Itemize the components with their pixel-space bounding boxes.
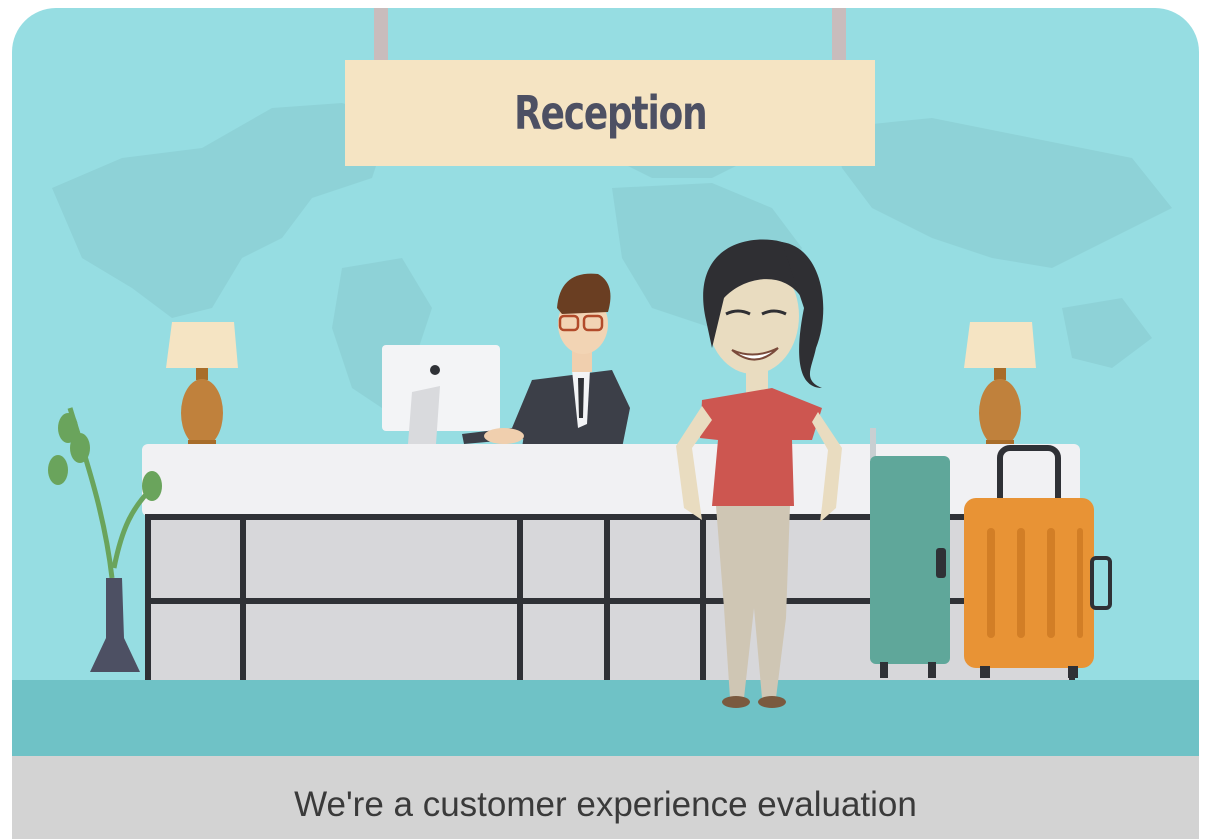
- table-lamp-right: [964, 322, 1036, 448]
- table-lamp-left: [166, 322, 238, 448]
- suitcase-green: [870, 428, 950, 678]
- computer-monitor: [382, 345, 500, 444]
- reception-sign-label: Reception: [513, 86, 708, 140]
- subtitle-text: We're a customer experience evaluation: [294, 784, 917, 824]
- video-frame: Reception We're a customer experience ev…: [12, 8, 1199, 839]
- reception-sign: Reception: [345, 60, 875, 166]
- floor: [12, 680, 1199, 760]
- sign-rope-left: [374, 8, 388, 62]
- sign-rope-right: [832, 8, 846, 62]
- subtitle-bar: We're a customer experience evaluation: [12, 756, 1199, 839]
